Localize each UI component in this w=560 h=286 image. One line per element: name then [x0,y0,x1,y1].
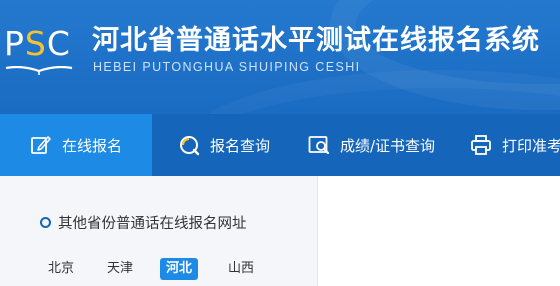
province-link-tianjin[interactable]: 天津 [101,258,139,280]
certificate-search-icon [308,136,330,155]
province-link-shanxi[interactable]: 山西 [222,258,260,280]
nav-item-score-certificate-query[interactable]: 成绩/证书查询 [308,114,435,176]
printer-icon [471,135,491,155]
psc-logo[interactable]: PSC [4,24,84,78]
province-link-hebei[interactable]: 河北 [160,258,199,280]
other-provinces-panel: 其他省份普通话在线报名网址 北京 天津 河北 山西 [0,176,318,286]
header: PSC 河北省普通话水平测试在线报名系统 HEBEI PUTONGHUA SHU… [0,0,560,114]
nav-label: 报名查询 [210,136,271,155]
main-navigation: 在线报名 报名查询 成绩/证书查询 打印准考证 [0,114,560,176]
bullet-circle-icon [40,217,51,228]
nav-item-online-registration[interactable]: 在线报名 [0,114,152,176]
other-provinces-title: 其他省份普通话在线报名网址 [40,212,247,233]
edit-icon [31,136,51,154]
book-icon [5,66,73,75]
nav-label: 在线报名 [62,136,123,155]
site-title: 河北省普通话水平测试在线报名系统 [92,25,540,56]
other-provinces-title-text: 其他省份普通话在线报名网址 [58,216,247,232]
nav-label: 打印准考证 [502,136,560,155]
site-subtitle: HEBEI PUTONGHUA SHUIPING CESHI [93,60,361,74]
header-decoration [180,70,560,114]
nav-item-registration-query[interactable]: 报名查询 [178,114,270,176]
nav-item-print-admission-ticket[interactable]: 打印准考证 [470,114,560,176]
logo-text: PSC [4,24,71,63]
province-link-beijing[interactable]: 北京 [42,258,80,280]
nav-label: 成绩/证书查询 [340,136,436,155]
search-icon [180,136,200,156]
